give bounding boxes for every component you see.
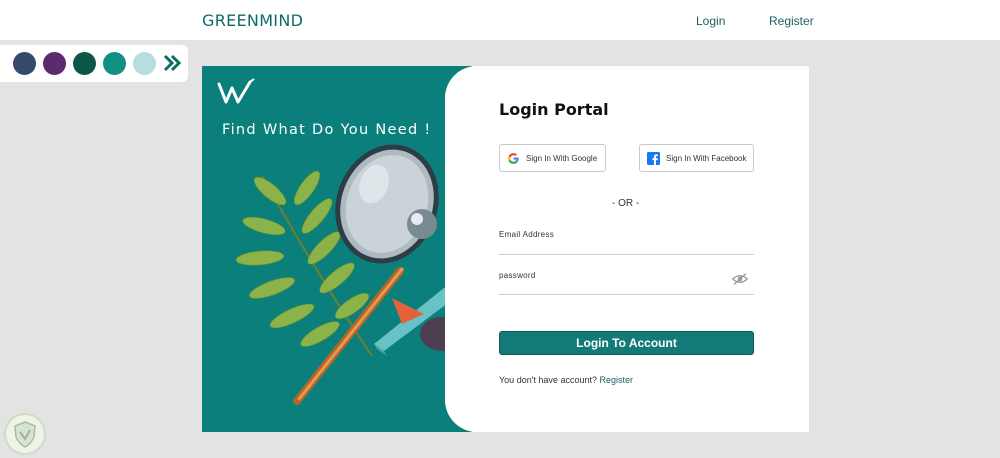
hero-illustration-panel: Find What Do You Need !: [202, 66, 472, 432]
shield-badge-icon: [4, 413, 46, 455]
password-underline: [499, 294, 754, 295]
login-card: Find What Do You Need ! Login Portal Sig…: [202, 66, 809, 432]
register-prompt: You don't have account? Register: [499, 375, 633, 385]
color-palette-picker: [0, 45, 188, 82]
swatch-purple[interactable]: [43, 52, 66, 75]
brand-logo-text[interactable]: GREENMIND: [202, 11, 303, 30]
register-prompt-text: You don't have account?: [499, 375, 597, 385]
email-field[interactable]: [499, 240, 729, 254]
facebook-signin-label: Sign In With Facebook: [666, 153, 747, 163]
email-underline: [499, 254, 754, 255]
google-signin-button[interactable]: Sign In With Google: [499, 144, 606, 172]
login-submit-button[interactable]: Login To Account: [499, 331, 754, 355]
login-title: Login Portal: [499, 100, 609, 119]
swatch-dark-green[interactable]: [73, 52, 96, 75]
hero-heading: Find What Do You Need !: [222, 122, 432, 138]
password-field[interactable]: [499, 280, 729, 294]
google-signin-label: Sign In With Google: [526, 153, 598, 163]
swatch-teal[interactable]: [103, 52, 126, 75]
email-label: Email Address: [499, 230, 555, 239]
nav-login-link[interactable]: Login: [696, 14, 725, 28]
top-navbar: GREENMIND Login Register: [0, 0, 1000, 40]
register-link[interactable]: Register: [599, 375, 633, 385]
facebook-signin-button[interactable]: Sign In With Facebook: [639, 144, 754, 172]
magnifier-leaf-illustration: [235, 144, 472, 405]
nav-register-link[interactable]: Register: [769, 14, 814, 28]
swatch-light-blue[interactable]: [133, 52, 156, 75]
google-icon: [508, 152, 519, 164]
login-form-panel: Login Portal Sign In With Google Sign In…: [445, 66, 809, 432]
facebook-icon: [647, 151, 660, 165]
double-chevron-right-icon[interactable]: [162, 53, 182, 73]
w-logo-icon: [217, 78, 255, 104]
or-divider: - OR -: [612, 198, 640, 209]
swatch-navy[interactable]: [13, 52, 36, 75]
eye-slash-icon[interactable]: [732, 272, 748, 286]
password-label: password: [499, 271, 536, 280]
